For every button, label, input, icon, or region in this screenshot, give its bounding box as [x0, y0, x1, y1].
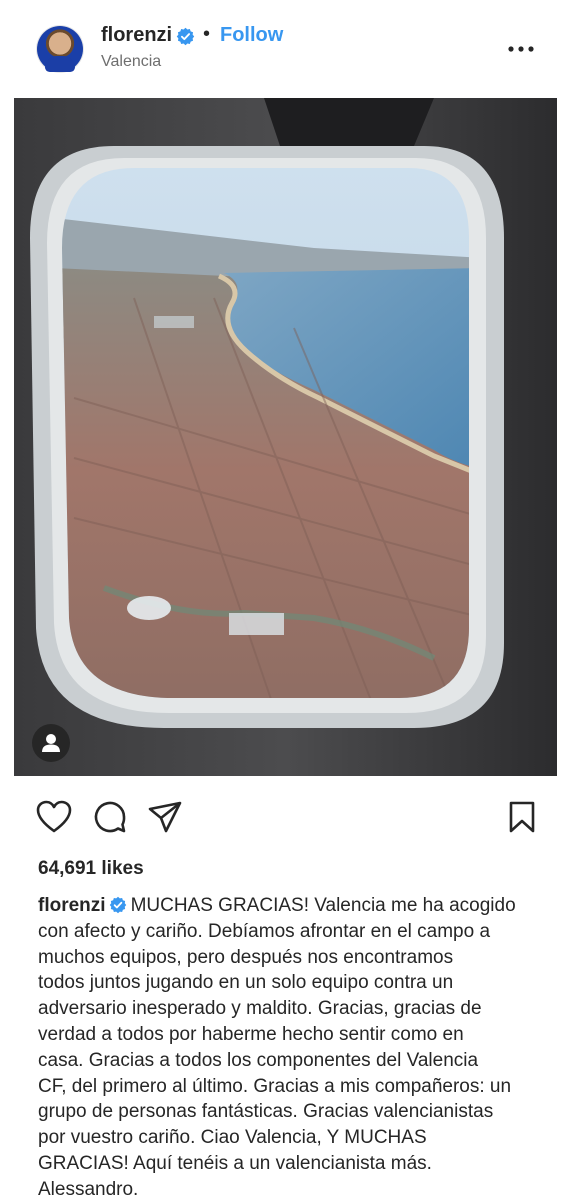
- verified-badge-icon: [109, 896, 126, 914]
- airplane-window-image: [14, 98, 557, 776]
- caption-line: GRACIAS! Aquí tenéis a un valencianista …: [38, 1152, 432, 1174]
- more-options-icon[interactable]: [507, 38, 535, 60]
- follow-button[interactable]: Follow: [220, 24, 283, 47]
- likes-count[interactable]: 64,691 likes: [38, 858, 144, 880]
- caption-line: por vuestro cariño. Ciao Valencia, Y MUC…: [38, 1127, 427, 1149]
- caption-text: MUCHAS GRACIAS! Valencia me ha acogido: [130, 895, 516, 916]
- caption-line: grupo de personas fantásticas. Gracias v…: [38, 1101, 494, 1123]
- caption-line: verdad a todos por haberme hecho sentir …: [38, 1023, 464, 1045]
- post-photo[interactable]: [14, 98, 557, 776]
- person-tag-icon: [42, 734, 60, 752]
- caption-line: muchos equipos, pero después nos encontr…: [38, 946, 454, 968]
- caption-line: florenzi MUCHAS GRACIAS! Valencia me ha a…: [38, 893, 538, 919]
- tag-button[interactable]: [32, 724, 70, 762]
- post-header: florenzi • Follow Valencia: [0, 0, 575, 98]
- post-actions: [0, 790, 575, 850]
- caption-username[interactable]: florenzi: [38, 895, 106, 916]
- bookmark-icon[interactable]: [508, 800, 536, 834]
- verified-badge-icon: [176, 27, 195, 46]
- paper-plane-icon[interactable]: [148, 800, 182, 834]
- caption-line: con afecto y cariño. Debíamos afrontar e…: [38, 920, 491, 942]
- post-caption: florenzi MUCHAS GRACIAS! Valencia me ha a…: [38, 893, 538, 1203]
- heart-icon[interactable]: [36, 800, 72, 834]
- caption-line: CF, del primero al último. Gracias a mis…: [38, 1075, 512, 1097]
- caption-line: adversario inesperado y maldito. Gracias…: [38, 998, 482, 1020]
- avatar[interactable]: [37, 26, 83, 72]
- separator-dot: •: [203, 23, 211, 45]
- comment-bubble-icon[interactable]: [93, 800, 127, 834]
- post-username[interactable]: florenzi: [101, 24, 172, 47]
- caption-line: Alessandro.: [38, 1178, 139, 1200]
- caption-line: casa. Gracias a todos los componentes de…: [38, 1049, 479, 1071]
- caption-line: todos juntos jugando en un solo equipo c…: [38, 972, 454, 994]
- post-location[interactable]: Valencia: [101, 53, 161, 71]
